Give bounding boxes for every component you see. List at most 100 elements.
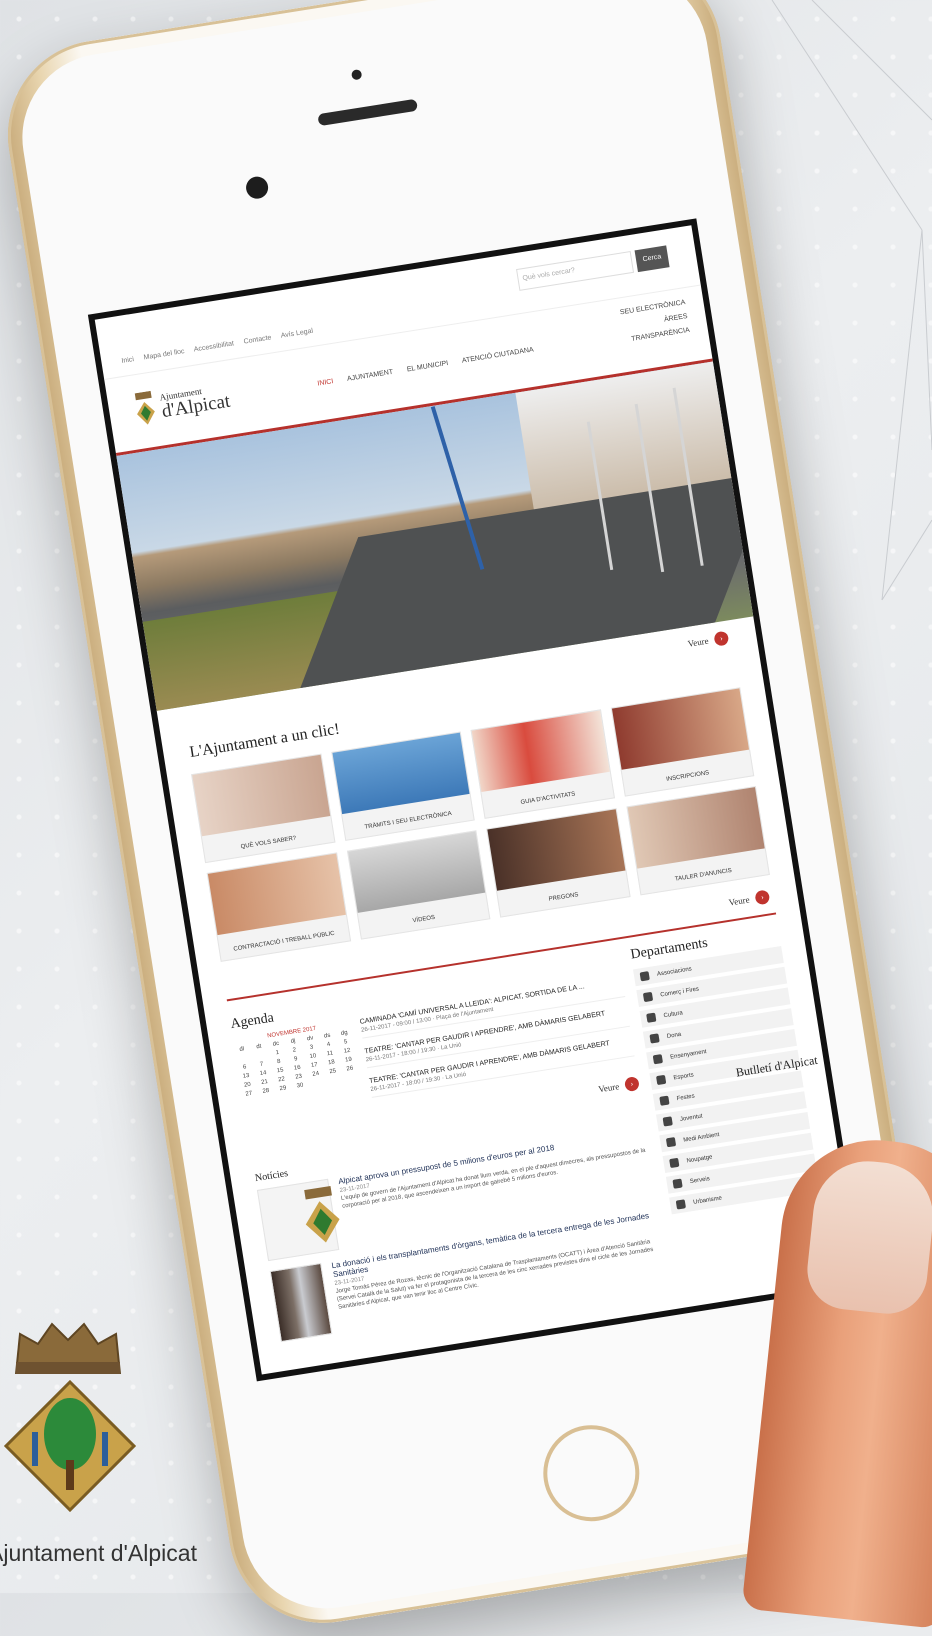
calendar-day[interactable]: 25: [325, 1068, 340, 1076]
department-icon: [642, 991, 654, 1003]
tile-image: [471, 710, 610, 793]
calendar-day[interactable]: 20: [240, 1081, 255, 1089]
departament-label: Cultura: [663, 1009, 684, 1019]
department-icon: [669, 1157, 680, 1169]
calendar-day[interactable]: 22: [274, 1076, 289, 1084]
calendar-day[interactable]: 7: [254, 1061, 269, 1069]
veure-label: Veure: [597, 1081, 620, 1095]
calendar-day[interactable]: dl: [234, 1046, 249, 1054]
utility-link[interactable]: Avís Legal: [280, 328, 313, 340]
tile-caption: INSCRIPCIONS: [665, 770, 710, 783]
veure-button[interactable]: Veure ›: [597, 1076, 640, 1096]
calendar-day[interactable]: 19: [341, 1056, 356, 1064]
calendar-day: [327, 1077, 342, 1085]
tile-pregons[interactable]: PREGONS: [486, 808, 631, 918]
calendar-day[interactable]: 5: [338, 1038, 353, 1046]
news-thumbnail: [256, 1178, 340, 1262]
department-icon: [659, 1095, 670, 1106]
department-icon: [649, 1033, 660, 1044]
veure-button[interactable]: Veure ›: [728, 889, 771, 909]
calendar-day[interactable]: dg: [337, 1029, 352, 1037]
calendar-day[interactable]: 17: [307, 1061, 322, 1069]
calendar-day: [253, 1052, 268, 1060]
tile-image: [347, 831, 486, 913]
main-nav: INICI AJUNTAMENT EL MUNICIPI ATENCIÓ CIU…: [317, 346, 534, 387]
calendar-day[interactable]: 28: [258, 1087, 273, 1095]
calendar-day[interactable]: 6: [237, 1063, 252, 1071]
chevron-right-icon: ›: [754, 889, 771, 906]
veure-label: Veure: [727, 894, 751, 908]
departament-label: Medi Ambient: [682, 1131, 720, 1144]
crown-icon: [14, 1322, 122, 1374]
calendar-day[interactable]: 16: [290, 1064, 305, 1072]
department-icon: [675, 1199, 687, 1210]
department-icon: [646, 1012, 657, 1023]
calendar-day[interactable]: 8: [271, 1058, 286, 1066]
site-logo[interactable]: Ajuntament d'Alpicat: [133, 379, 232, 427]
tile-image: [487, 809, 625, 891]
departament-label: Joventut: [679, 1112, 703, 1123]
calendar-day[interactable]: 29: [276, 1085, 291, 1093]
tile-inscripcions[interactable]: INSCRIPCIONS: [610, 687, 755, 797]
brand-name: Ajuntament d'Alpicat: [0, 1540, 197, 1566]
search-button[interactable]: Cerca: [634, 245, 670, 273]
tile-tauler[interactable]: TAULER D'ANUNCIS: [625, 786, 770, 896]
calendar-day[interactable]: 13: [239, 1072, 254, 1080]
search-input[interactable]: Què vols cercar?: [516, 251, 635, 291]
calendar-day[interactable]: 18: [324, 1059, 339, 1067]
crest-icon: [134, 390, 155, 425]
nav-item-inici[interactable]: INICI: [317, 378, 334, 387]
calendar-day[interactable]: 24: [308, 1070, 323, 1078]
calendar-day: [236, 1054, 251, 1062]
calendar-day[interactable]: 1: [270, 1049, 285, 1057]
calendar-day[interactable]: 14: [256, 1070, 271, 1078]
utility-link[interactable]: Contacte: [243, 334, 272, 345]
nav-item-ajuntament[interactable]: AJUNTAMENT: [347, 369, 394, 383]
utility-link[interactable]: Mapa del lloc: [143, 348, 185, 361]
veure-button[interactable]: Veure ›: [687, 630, 730, 651]
calendar-day[interactable]: dj: [286, 1037, 301, 1045]
departament-label: Dona: [666, 1031, 682, 1040]
secondary-nav: SEU ELECTRÒNICA ÀREES TRANSPARÈNCIA: [619, 296, 691, 348]
departament-label: Associacions: [656, 965, 693, 978]
department-icon: [672, 1178, 683, 1189]
calendar-day[interactable]: 27: [241, 1090, 256, 1098]
calendar-day[interactable]: dv: [303, 1035, 318, 1043]
calendar-day[interactable]: 26: [342, 1065, 357, 1073]
calendar-day[interactable]: 10: [305, 1053, 320, 1061]
tile-tramits[interactable]: TRÀMITS I SEU ELECTRÒNICA: [330, 731, 475, 841]
calendar-day[interactable]: 3: [304, 1044, 319, 1052]
utility-link[interactable]: Accessibilitat: [193, 340, 234, 353]
department-icon: [639, 971, 650, 982]
calendar-day[interactable]: dc: [269, 1040, 284, 1048]
calendar-day[interactable]: 30: [293, 1082, 308, 1090]
calendar-day[interactable]: ds: [320, 1032, 335, 1040]
calendar-day[interactable]: 15: [273, 1067, 288, 1075]
calendar-day[interactable]: 2: [287, 1046, 302, 1054]
departament-label: Comerç i Fires: [659, 985, 700, 998]
shield-tree-icon: [4, 1380, 136, 1512]
tile-image: [627, 787, 765, 869]
calendar-day[interactable]: 23: [291, 1073, 306, 1081]
departament-label: Noupatge: [686, 1153, 713, 1164]
utility-link[interactable]: Inici: [121, 356, 134, 365]
calendar-day[interactable]: 4: [321, 1041, 336, 1049]
news-thumbnail: [269, 1262, 333, 1343]
nav-item-municipi[interactable]: EL MUNICIPI: [406, 360, 448, 373]
tile-que-vols-saber[interactable]: QUÈ VOLS SABER?: [191, 753, 335, 864]
calendar-day[interactable]: 12: [340, 1047, 355, 1055]
nav-item-atencio[interactable]: ATENCIÓ CIUTADANA: [461, 346, 534, 364]
chevron-right-icon: ›: [623, 1076, 640, 1093]
tile-caption: TRÀMITS I SEU ELECTRÒNICA: [364, 810, 453, 831]
tile-image: [331, 732, 470, 815]
departament-label: Serveis: [689, 1175, 711, 1185]
calendar-day[interactable]: 9: [288, 1055, 303, 1063]
tile-guia[interactable]: GUIA D'ACTIVITATS: [470, 709, 615, 819]
calendar-day[interactable]: dt: [251, 1043, 266, 1051]
tile-contractacio[interactable]: CONTRACTACIÓ I TREBALL PÚBLIC: [206, 852, 351, 962]
calendar-day[interactable]: 21: [257, 1078, 272, 1086]
tile-videos[interactable]: VÍDEOS: [346, 830, 491, 940]
calendar-day[interactable]: 11: [323, 1050, 338, 1058]
department-icon: [652, 1054, 664, 1065]
tile-caption: GUIA D'ACTIVITATS: [520, 791, 576, 806]
